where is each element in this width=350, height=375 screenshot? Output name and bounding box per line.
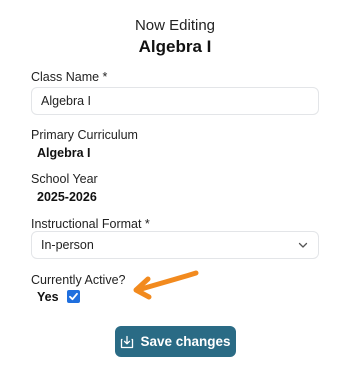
instructional-format-select[interactable]: In-person — [31, 231, 319, 259]
save-changes-button[interactable]: Save changes — [115, 326, 236, 357]
page-subtitle: Now Editing — [134, 17, 216, 34]
class-name-input[interactable] — [31, 87, 319, 115]
currently-active-checkbox[interactable] — [66, 290, 80, 303]
chevron-down-icon — [298, 242, 308, 248]
instructional-format-label: Instructional Format * — [31, 217, 150, 231]
page-title: Algebra I — [138, 37, 212, 56]
save-changes-label: Save changes — [140, 334, 231, 349]
download-tray-icon — [121, 335, 134, 348]
instructional-format-selected-value: In-person — [41, 238, 94, 252]
class-name-label: Class Name * — [31, 70, 108, 84]
school-year-value: 2025-2026 — [37, 190, 97, 204]
primary-curriculum-value: Algebra I — [37, 146, 91, 160]
currently-active-label: Currently Active? — [31, 273, 126, 287]
primary-curriculum-label: Primary Curriculum — [31, 128, 138, 142]
checkmark-icon — [68, 292, 78, 301]
annotation-arrow-icon — [133, 270, 199, 300]
currently-active-field: Yes — [37, 289, 80, 304]
currently-active-option-label: Yes — [37, 289, 59, 304]
school-year-label: School Year — [31, 172, 98, 186]
